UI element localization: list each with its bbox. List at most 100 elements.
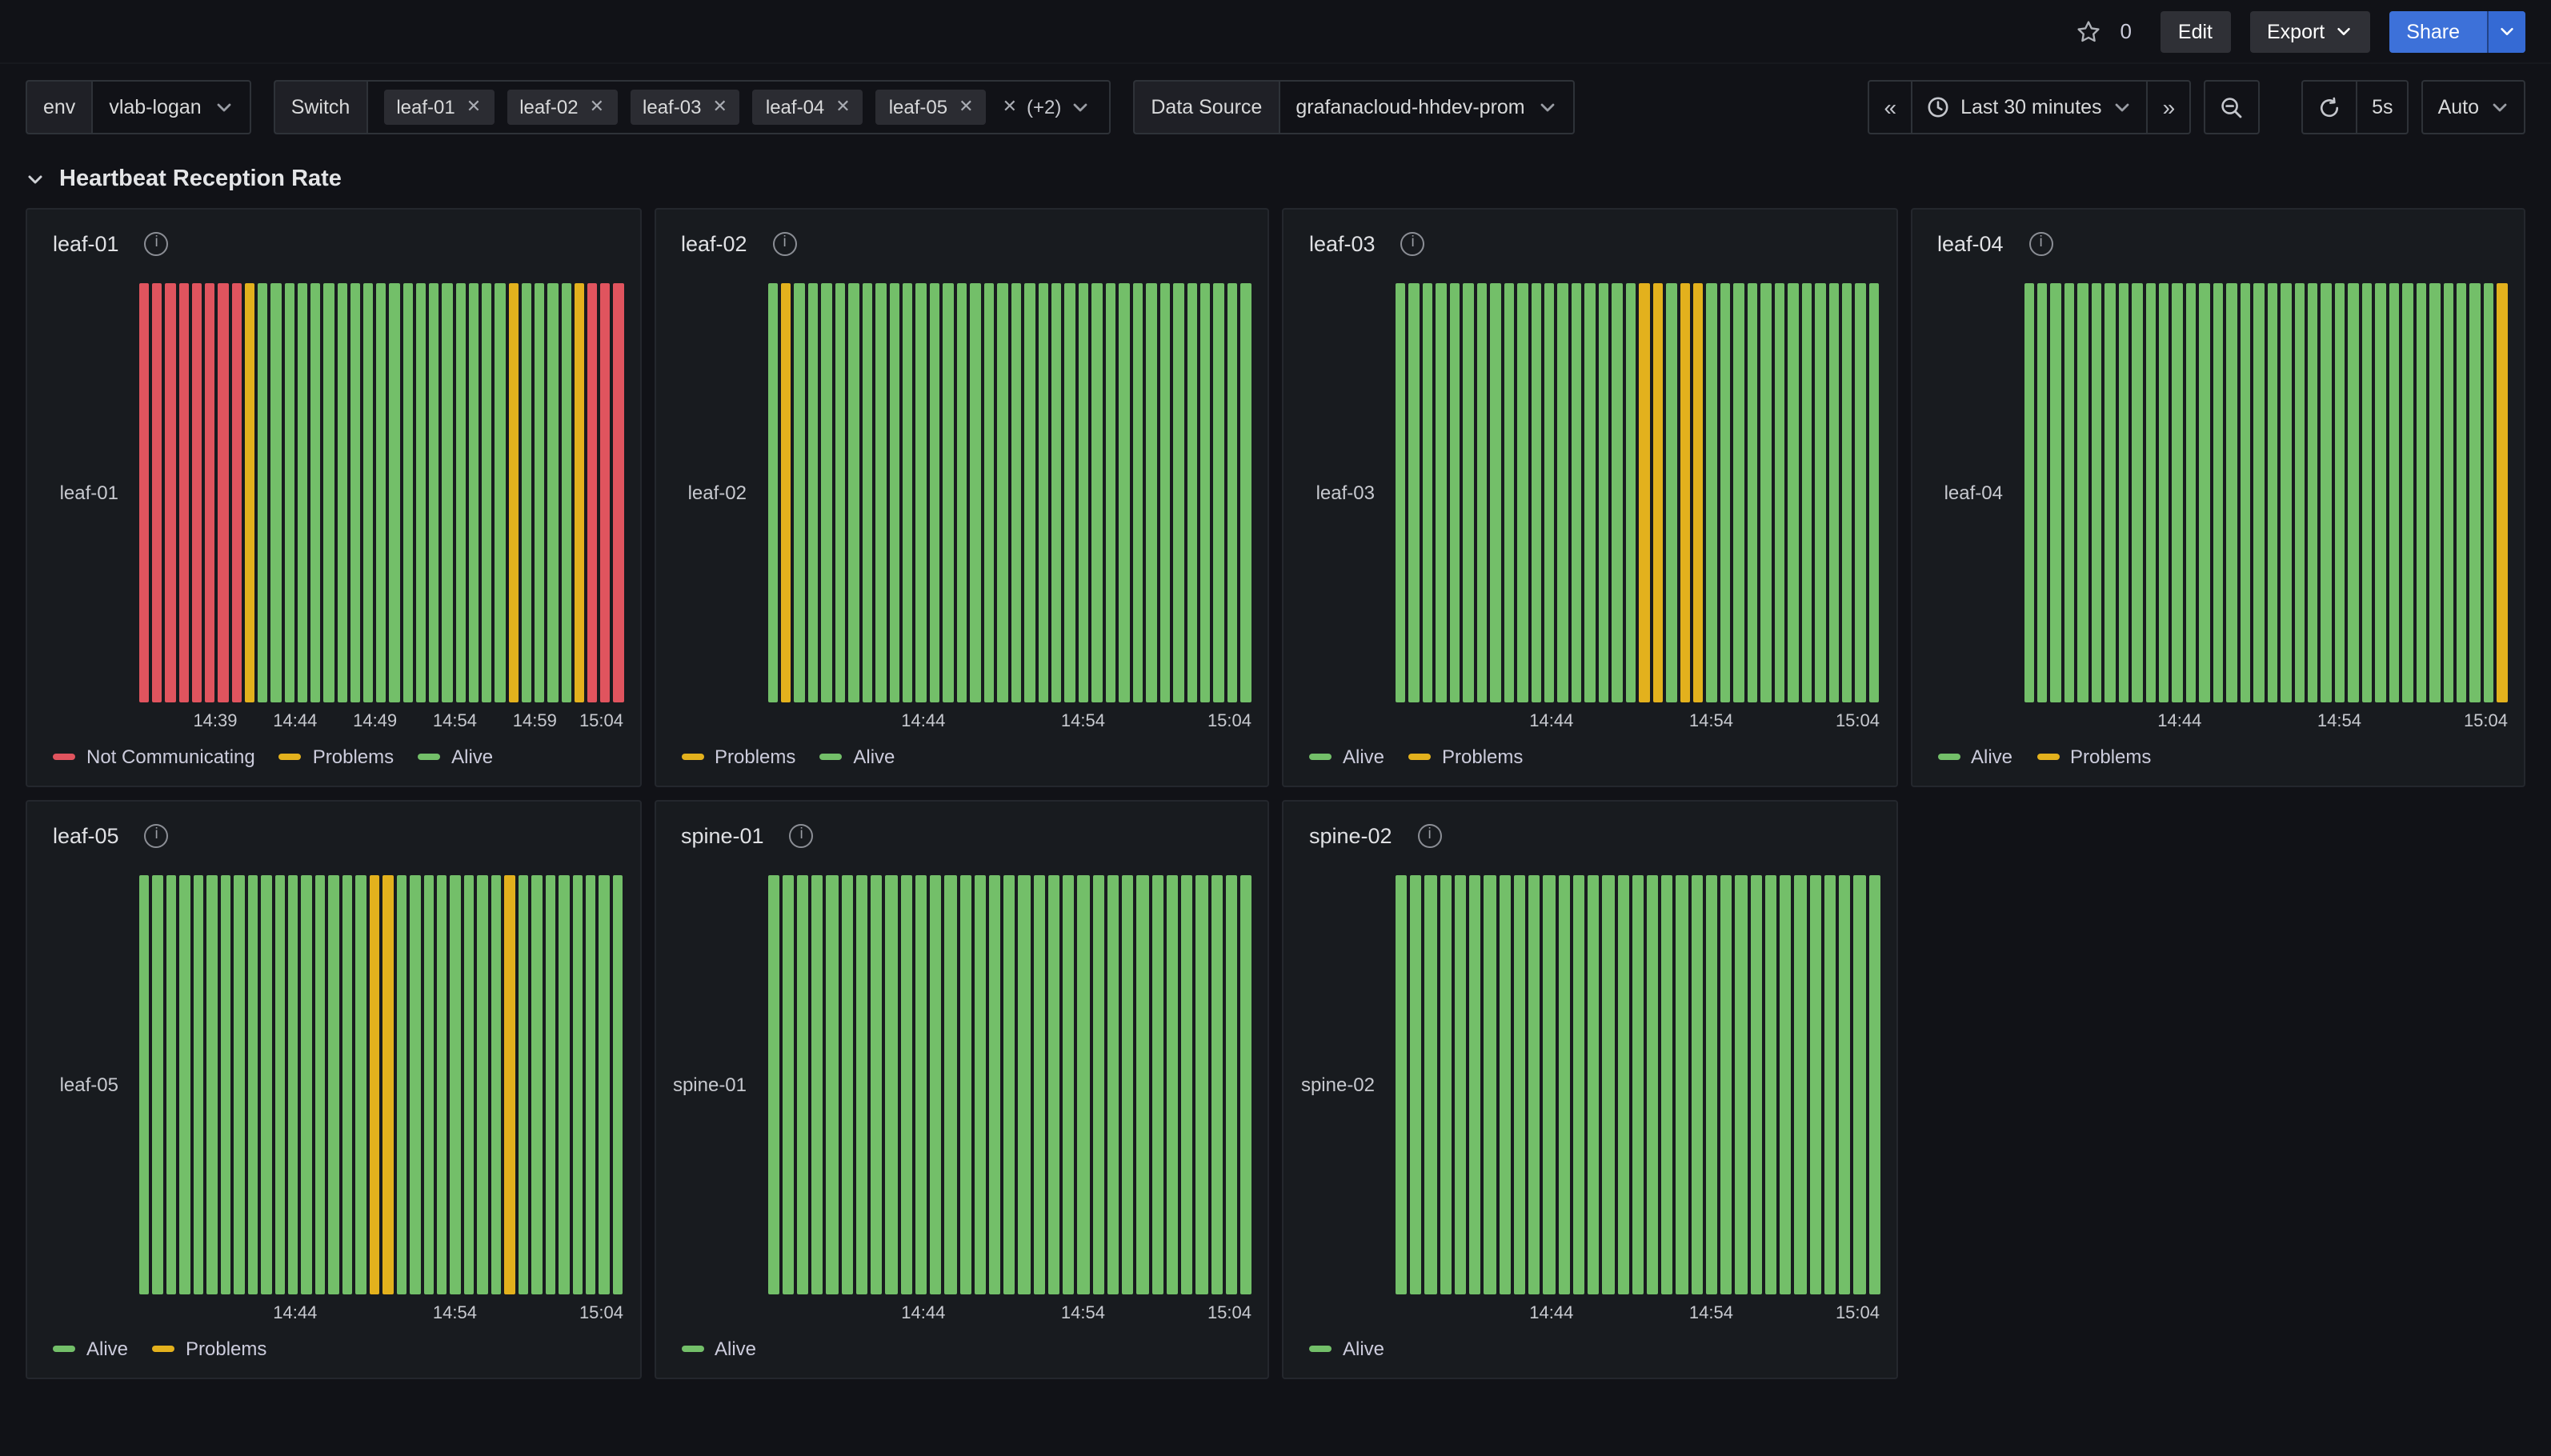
state-bar[interactable] — [2159, 283, 2169, 702]
legend-item[interactable]: Alive — [681, 1338, 756, 1360]
info-icon[interactable]: i — [1401, 231, 1425, 255]
state-bar[interactable] — [1652, 283, 1663, 702]
state-bar[interactable] — [2416, 283, 2426, 702]
state-bar[interactable] — [271, 283, 281, 702]
state-bar[interactable] — [1666, 283, 1676, 702]
state-bar[interactable] — [587, 283, 597, 702]
state-bar[interactable] — [390, 283, 399, 702]
state-bar[interactable] — [1639, 283, 1649, 702]
refresh-button[interactable] — [2301, 80, 2357, 134]
state-bar[interactable] — [1132, 283, 1143, 702]
state-bar[interactable] — [2335, 283, 2345, 702]
state-bar[interactable] — [1423, 283, 1433, 702]
legend-item[interactable]: Problems — [2036, 746, 2151, 768]
state-bar[interactable] — [2281, 283, 2291, 702]
state-bar[interactable] — [220, 875, 230, 1294]
share-dropdown-button[interactable] — [2487, 10, 2525, 52]
legend-item[interactable]: Alive — [418, 746, 493, 768]
state-bar[interactable] — [350, 283, 360, 702]
export-button[interactable]: Export — [2249, 10, 2369, 52]
state-bar[interactable] — [261, 875, 271, 1294]
state-bar[interactable] — [1842, 283, 1852, 702]
state-bar[interactable] — [767, 875, 779, 1294]
state-bar[interactable] — [1544, 875, 1555, 1294]
state-bar[interactable] — [886, 875, 897, 1294]
info-icon[interactable]: i — [773, 231, 797, 255]
switch-chip[interactable]: leaf-05 ✕ — [876, 90, 987, 125]
state-bar[interactable] — [2443, 283, 2453, 702]
state-bar[interactable] — [600, 283, 610, 702]
state-bar[interactable] — [1048, 875, 1059, 1294]
state-bar[interactable] — [1024, 283, 1035, 702]
state-bar[interactable] — [1038, 283, 1048, 702]
status-history-chart[interactable] — [2024, 283, 2508, 702]
state-bar[interactable] — [797, 875, 808, 1294]
status-history-chart[interactable] — [1396, 875, 1880, 1294]
state-bar[interactable] — [1780, 875, 1791, 1294]
state-bar[interactable] — [2037, 283, 2048, 702]
state-bar[interactable] — [822, 283, 832, 702]
legend-item[interactable]: Alive — [1309, 1338, 1384, 1360]
share-button[interactable]: Share — [2389, 10, 2525, 52]
state-bar[interactable] — [1078, 875, 1089, 1294]
state-bar[interactable] — [1531, 283, 1541, 702]
legend-item[interactable]: Problems — [681, 746, 795, 768]
state-bar[interactable] — [1211, 875, 1222, 1294]
state-bar[interactable] — [2092, 283, 2102, 702]
state-bar[interactable] — [2267, 283, 2277, 702]
state-bar[interactable] — [915, 875, 927, 1294]
state-bar[interactable] — [548, 283, 558, 702]
state-bar[interactable] — [180, 875, 190, 1294]
state-bar[interactable] — [1588, 875, 1599, 1294]
state-bar[interactable] — [1765, 875, 1776, 1294]
state-bar[interactable] — [903, 283, 913, 702]
state-bar[interactable] — [522, 283, 531, 702]
state-bar[interactable] — [2213, 283, 2224, 702]
state-bar[interactable] — [1063, 875, 1074, 1294]
state-bar[interactable] — [1720, 875, 1732, 1294]
state-bar[interactable] — [1868, 875, 1880, 1294]
state-bar[interactable] — [795, 283, 805, 702]
status-history-chart[interactable] — [139, 283, 623, 702]
state-bar[interactable] — [535, 283, 544, 702]
state-bar[interactable] — [231, 283, 241, 702]
state-bar[interactable] — [518, 875, 528, 1294]
state-bar[interactable] — [1469, 875, 1480, 1294]
state-bar[interactable] — [2173, 283, 2183, 702]
clear-icon[interactable]: ✕ — [1003, 98, 1017, 116]
state-bar[interactable] — [1019, 875, 1030, 1294]
state-bar[interactable] — [464, 875, 475, 1294]
state-bar[interactable] — [482, 283, 491, 702]
state-bar[interactable] — [1119, 283, 1130, 702]
state-bar[interactable] — [302, 875, 312, 1294]
state-bar[interactable] — [1106, 283, 1116, 702]
auto-refresh-picker[interactable]: Auto — [2422, 80, 2525, 134]
state-bar[interactable] — [1680, 283, 1690, 702]
state-bar[interactable] — [1828, 283, 1839, 702]
state-bar[interactable] — [410, 875, 420, 1294]
datasource-value[interactable]: grafanacloud-hhdev-prom — [1280, 82, 1572, 133]
state-bar[interactable] — [396, 875, 406, 1294]
state-bar[interactable] — [1455, 875, 1466, 1294]
state-bar[interactable] — [139, 283, 149, 702]
state-bar[interactable] — [2497, 283, 2508, 702]
state-bar[interactable] — [781, 283, 791, 702]
info-icon[interactable]: i — [1418, 823, 1442, 847]
state-bar[interactable] — [329, 875, 339, 1294]
state-bar[interactable] — [194, 875, 204, 1294]
state-bar[interactable] — [152, 283, 162, 702]
state-bar[interactable] — [930, 875, 941, 1294]
state-bar[interactable] — [205, 283, 214, 702]
state-bar[interactable] — [1707, 283, 1717, 702]
state-bar[interactable] — [1572, 283, 1582, 702]
switch-chip[interactable]: leaf-03 ✕ — [630, 90, 740, 125]
state-bar[interactable] — [1396, 283, 1406, 702]
env-variable-value[interactable]: vlab-logan — [93, 82, 249, 133]
panel-header[interactable]: leaf-04i — [1928, 222, 2508, 264]
state-bar[interactable] — [1632, 875, 1644, 1294]
state-bar[interactable] — [2186, 283, 2197, 702]
state-bar[interactable] — [1691, 875, 1702, 1294]
legend-item[interactable]: Problems — [279, 746, 394, 768]
edit-button[interactable]: Edit — [2161, 10, 2230, 52]
state-bar[interactable] — [841, 875, 852, 1294]
